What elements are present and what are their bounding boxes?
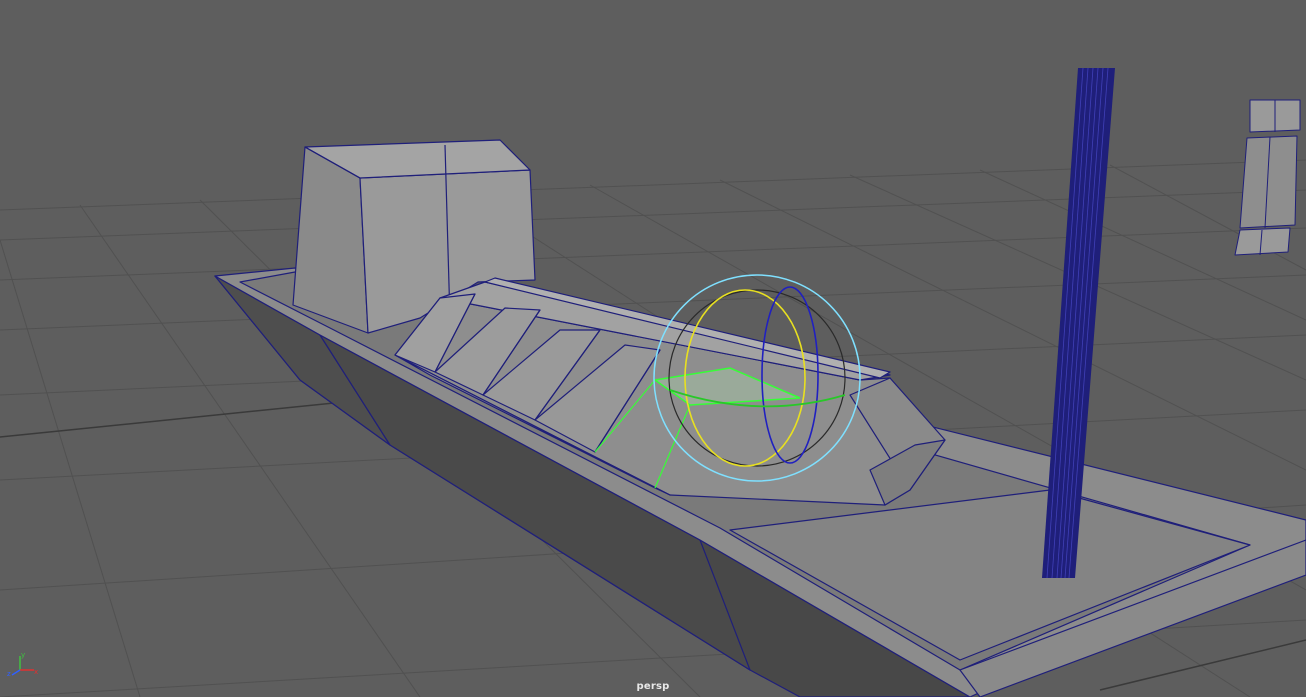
perspective-viewport[interactable]: y x z persp xyxy=(0,0,1306,697)
x-axis-label: x xyxy=(34,668,38,676)
column-object[interactable] xyxy=(1234,99,1301,256)
z-axis-label: z xyxy=(7,670,11,678)
camera-label: persp xyxy=(636,681,670,692)
y-axis-label: y xyxy=(21,651,25,659)
xyz-axis-icon: y x z xyxy=(6,650,42,680)
z-axis-line xyxy=(11,669,21,676)
scene-canvas[interactable] xyxy=(0,0,1306,697)
